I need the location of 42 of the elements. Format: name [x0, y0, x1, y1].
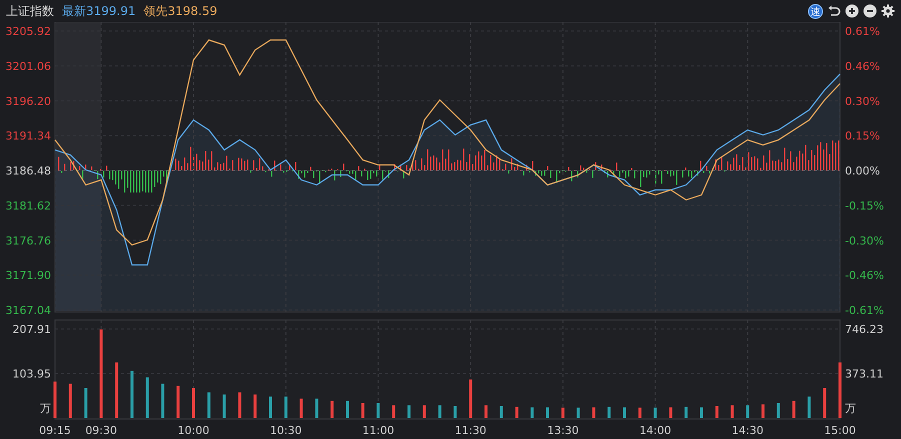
- time-axis-label: 15:00: [824, 424, 856, 437]
- index-name: 上证指数: [6, 3, 54, 20]
- time-axis-label: 13:30: [547, 424, 579, 437]
- time-axis-label: 14:30: [732, 424, 764, 437]
- price-axis-label: 3205.92: [6, 25, 51, 38]
- undo-icon[interactable]: [827, 4, 841, 18]
- percent-axis-label: 0.00%: [845, 164, 880, 178]
- price-axis-label: 3176.76: [6, 234, 51, 248]
- volume-axis-label: 103.95: [12, 368, 51, 380]
- price-axis-label: 3196.20: [6, 94, 51, 108]
- volume-axis-label: 万: [845, 402, 856, 415]
- zoom-in-icon[interactable]: [845, 4, 859, 18]
- price-axis-label: 3171.90: [6, 269, 51, 282]
- price-axis-label: 3186.48: [6, 164, 51, 178]
- percent-axis-label: -0.46%: [845, 269, 884, 282]
- percent-axis-label: -0.61%: [845, 304, 884, 317]
- latest-price: 最新3199.91: [62, 3, 136, 20]
- time-axis-label: 09:30: [85, 424, 118, 437]
- price-axis-label: 3191.34: [6, 130, 51, 143]
- percent-axis-label: 0.61%: [845, 25, 880, 38]
- time-axis-label: 11:30: [454, 424, 486, 437]
- percent-axis-label: -0.15%: [845, 199, 884, 212]
- time-axis-label: 09:15: [39, 424, 71, 437]
- volume-axis-label: 万: [40, 402, 51, 415]
- time-axis-label: 14:00: [639, 424, 672, 437]
- percent-axis-label: 0.30%: [845, 94, 880, 108]
- percent-axis-label: 0.46%: [845, 60, 880, 73]
- time-axis-label: 11:00: [362, 424, 394, 437]
- settings-icon[interactable]: [881, 4, 895, 18]
- volume-axis-label: 373.11: [845, 368, 884, 380]
- volume-axis-label: 746.23: [845, 323, 884, 336]
- leading-index: 领先3198.59: [144, 3, 218, 20]
- price-axis-label: 3201.06: [6, 60, 51, 73]
- volume-axis-label: 207.91: [12, 323, 51, 336]
- price-axis-label: 3167.04: [6, 304, 51, 317]
- price-axis-label: 3181.62: [6, 199, 51, 212]
- time-axis-label: 10:30: [270, 424, 302, 437]
- percent-axis-label: -0.30%: [845, 234, 884, 248]
- speed-badge[interactable]: 速: [808, 4, 823, 18]
- zoom-out-icon[interactable]: [863, 4, 877, 18]
- time-axis-label: 10:00: [178, 424, 210, 437]
- percent-axis-label: 0.15%: [845, 130, 880, 143]
